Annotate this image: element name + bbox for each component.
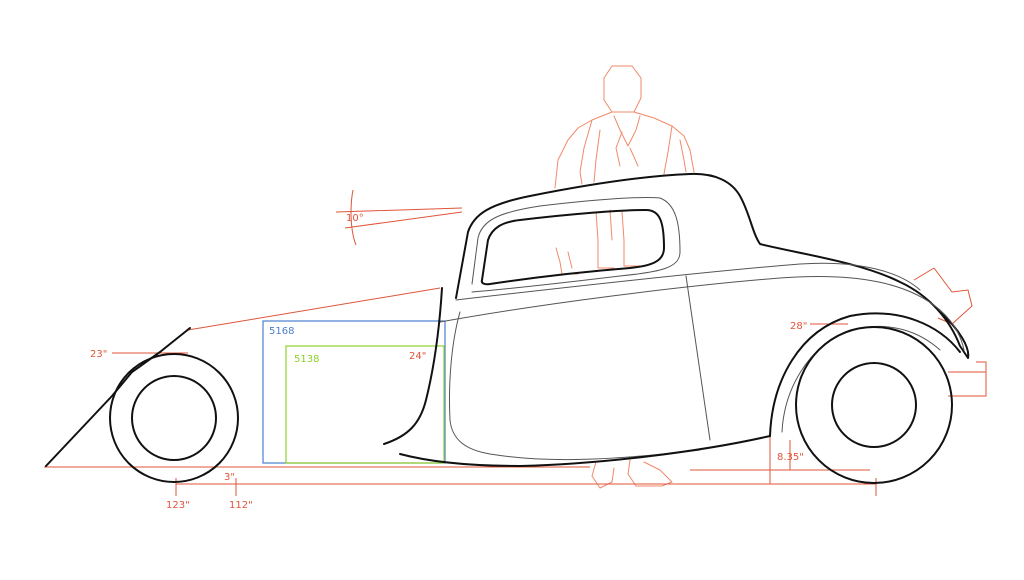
ground-line: [44, 466, 870, 471]
ground-clearance-label: 3": [224, 472, 235, 483]
car-body: [45, 172, 970, 467]
rear-bumper: [948, 361, 987, 397]
rear-height-label: 28": [790, 321, 807, 332]
box-5168-label: 5168: [269, 326, 294, 337]
figure-collar: [613, 115, 641, 167]
front-wheel: [109, 353, 239, 483]
dimension-lines: [44, 189, 987, 496]
rear-tire: [795, 326, 953, 484]
rear-clearance-label: 8.35": [777, 452, 804, 463]
front-nose: [45, 327, 191, 467]
cockpit-depth-label: 24": [409, 351, 426, 362]
figure-legs-inside: [555, 209, 641, 275]
figure-torso: [554, 111, 695, 189]
figure-arm-left: [579, 119, 601, 185]
body-side-lower: [448, 311, 701, 461]
rake-angle-label: 10°: [346, 213, 364, 224]
overall-length-label: 123": [166, 500, 190, 511]
figure-arm-right: [663, 125, 687, 175]
box-5138-label: 5138: [294, 354, 319, 365]
roof-outline: [455, 172, 970, 359]
length-dimension-line: [175, 478, 877, 496]
rear-wheel: [795, 326, 953, 484]
hot-rod-side-elevation-drawing: 10° 23" 28" 24" 5168 5138 3" 8.35" 123" …: [44, 65, 987, 511]
human-reference-figure: [554, 65, 695, 489]
rear-rim: [831, 362, 917, 448]
body-belt-line: [455, 262, 921, 301]
cowl-side: [383, 287, 443, 445]
rocker-line: [399, 435, 771, 467]
front-rim: [131, 375, 217, 461]
front-height-label: 23": [90, 349, 107, 360]
window-outer: [480, 209, 665, 286]
wheelbase-label: 112": [229, 500, 253, 511]
door-line: [685, 275, 711, 441]
box-5168: [262, 320, 446, 464]
figure-head: [603, 65, 642, 113]
window-inner-line: [471, 196, 681, 293]
front-tire: [109, 353, 239, 483]
